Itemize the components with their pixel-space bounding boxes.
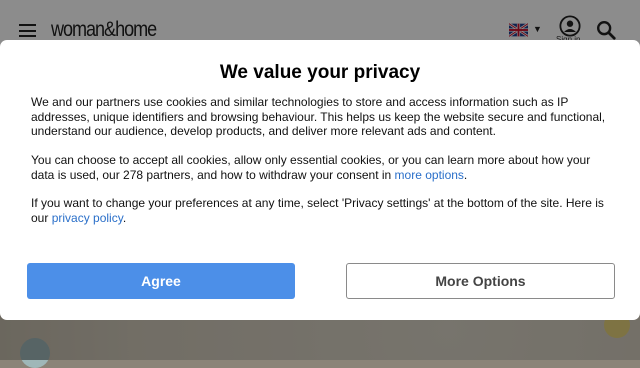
dialog-title: We value your privacy [219,62,421,83]
privacy-consent-dialog: We value your privacy We and our partner… [0,40,640,320]
privacy-settings-text: If you want to change your preferences a… [31,196,611,225]
privacy-policy-link[interactable]: privacy policy [52,211,123,225]
agree-button[interactable]: Agree [27,263,295,299]
period: . [463,167,468,182]
more-options-button[interactable]: More Options [346,263,615,299]
cookie-description: We and our partners use cookies and simi… [31,95,606,138]
consent-options-text-body: You can choose to accept all cookies, al… [31,153,591,182]
period: . [122,210,127,225]
more-options-link[interactable]: more options [395,168,464,182]
consent-options-text: You can choose to accept all cookies, al… [31,153,611,182]
